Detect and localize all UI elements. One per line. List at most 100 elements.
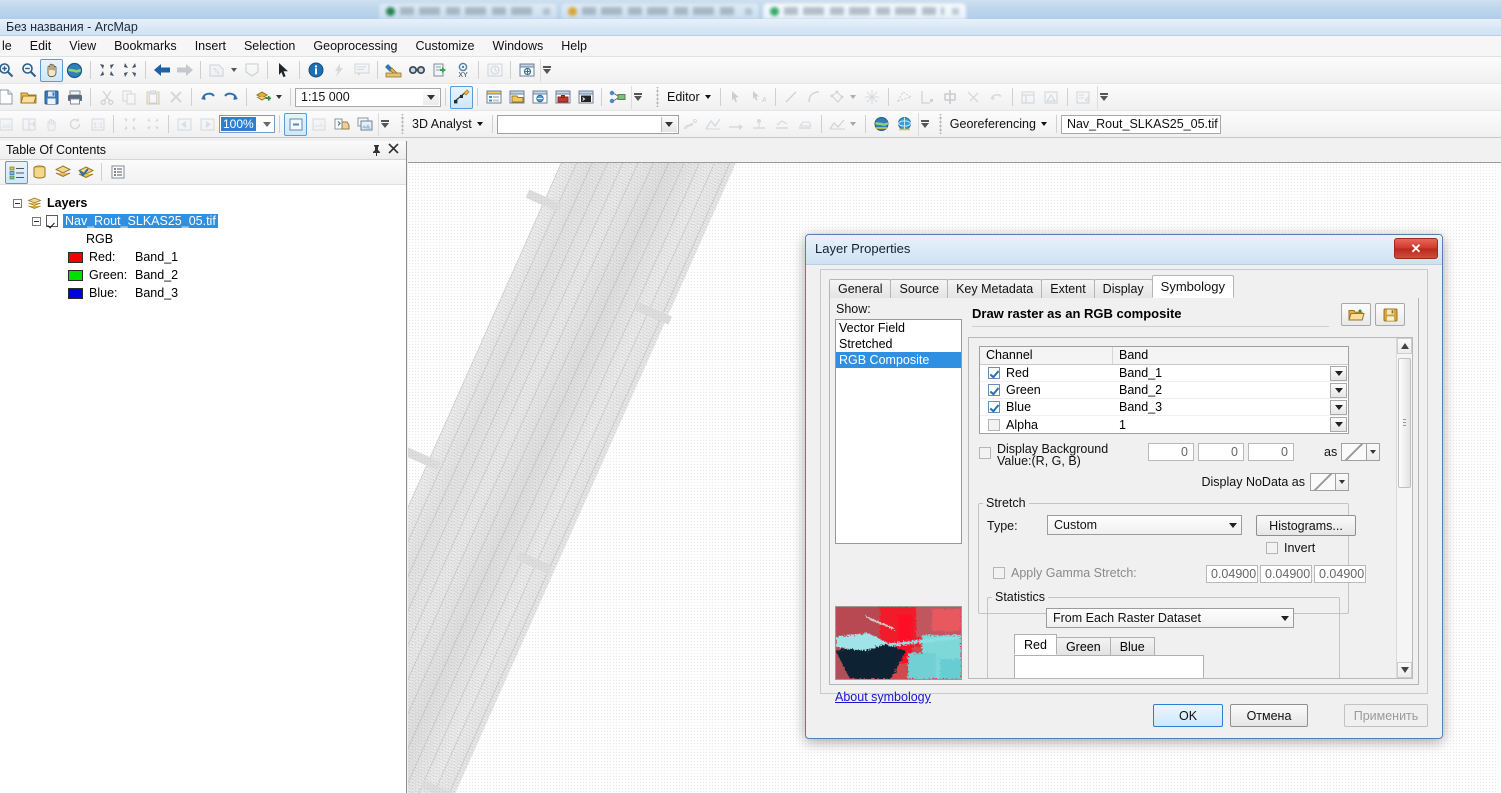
html-popup-button[interactable] <box>350 59 373 82</box>
curve-segment-button[interactable] <box>803 86 826 109</box>
show-item-vector-field[interactable]: Vector Field <box>836 320 961 336</box>
gamma-blue-input[interactable]: 0.04900 <box>1314 565 1366 583</box>
map-scale-dropdown-arrow[interactable] <box>423 90 439 105</box>
rotate-button[interactable] <box>939 86 962 109</box>
expander-icon[interactable] <box>13 199 22 208</box>
next-image-button[interactable] <box>196 113 219 136</box>
blue-channel-checkbox[interactable] <box>988 401 1000 413</box>
select-elements-button[interactable] <box>272 59 295 82</box>
tab-symbology[interactable]: Symbology <box>1152 275 1234 298</box>
modelbuilder-button[interactable] <box>606 86 629 109</box>
python-window-button[interactable] <box>574 86 597 109</box>
fixed-zoom-in-button[interactable] <box>95 59 118 82</box>
dialog-close-button[interactable]: ✕ <box>1394 238 1438 259</box>
table-row[interactable]: Blue Band_3 <box>980 399 1348 416</box>
background-green-input[interactable]: 0 <box>1198 443 1244 461</box>
red-band-dropdown[interactable] <box>1330 366 1347 381</box>
trace-button[interactable] <box>893 86 916 109</box>
list-by-source-icon[interactable] <box>28 161 51 184</box>
apply-gamma-checkbox[interactable] <box>993 567 1005 579</box>
pan-flicker-button[interactable] <box>40 113 63 136</box>
stat-tab-green[interactable]: Green <box>1056 637 1111 655</box>
menu-item-file[interactable]: le <box>0 37 21 56</box>
full-resolution-button[interactable] <box>141 113 164 136</box>
blue-band-dropdown[interactable] <box>1330 400 1347 415</box>
image-zoom-dropdown-arrow[interactable] <box>259 122 274 127</box>
background-red-input[interactable]: 0 <box>1148 443 1194 461</box>
find-button[interactable] <box>405 59 428 82</box>
image-zoom-combo[interactable]: 100% <box>219 115 275 133</box>
close-icon[interactable] <box>388 142 399 157</box>
interpolate-point-button[interactable] <box>748 113 771 136</box>
menu-item-edit[interactable]: Edit <box>21 37 61 56</box>
show-item-rgb-composite[interactable]: RGB Composite <box>836 352 961 368</box>
layer-visibility-checkbox[interactable] <box>46 215 58 227</box>
arctoolbox-button[interactable] <box>551 86 574 109</box>
explode-button[interactable] <box>861 86 884 109</box>
fit-window-button[interactable] <box>118 113 141 136</box>
menu-item-help[interactable]: Help <box>552 37 596 56</box>
stat-tab-blue[interactable]: Blue <box>1110 637 1155 655</box>
edit-annotation-tool-button[interactable]: A <box>748 86 771 109</box>
menu-item-selection[interactable]: Selection <box>235 37 304 56</box>
select-features-dropdown[interactable] <box>228 59 240 82</box>
expander-icon[interactable] <box>32 217 41 226</box>
histograms-button[interactable]: Histograms... <box>1256 515 1356 536</box>
cut-button[interactable] <box>95 86 118 109</box>
apply-button[interactable]: Применить <box>1344 704 1428 727</box>
georeferencing-layer-combo[interactable]: Nav_Rout_SLKAS25_05.tif <box>1061 115 1221 134</box>
print-button[interactable] <box>63 86 86 109</box>
profile-graph-button[interactable] <box>826 113 849 136</box>
clear-selection-button[interactable] <box>240 59 263 82</box>
menu-item-bookmarks[interactable]: Bookmarks <box>105 37 186 56</box>
map-scale-combo[interactable]: 1:15 000 <box>295 88 441 107</box>
editor-toolbar-button[interactable] <box>450 86 473 109</box>
analyst3d-menu-label[interactable]: 3D Analyst <box>408 117 475 131</box>
tab-key-metadata[interactable]: Key Metadata <box>947 279 1042 298</box>
toc-layer-row[interactable]: Nav_Rout_SLKAS25_05.tif <box>32 212 406 230</box>
image-analysis-button[interactable] <box>0 113 17 136</box>
profile-graph-dropdown[interactable] <box>849 113 861 136</box>
split-button[interactable] <box>916 86 939 109</box>
list-by-drawing-order-icon[interactable] <box>5 161 28 184</box>
show-list[interactable]: Vector Field Stretched RGB Composite <box>835 319 962 544</box>
red-channel-checkbox[interactable] <box>988 367 1000 379</box>
alpha-band-dropdown[interactable] <box>1330 417 1347 432</box>
arcscene-button[interactable] <box>870 113 893 136</box>
stat-tab-red[interactable]: Red <box>1014 634 1057 655</box>
zoom-in-button[interactable] <box>0 59 17 82</box>
menu-item-customize[interactable]: Customize <box>406 37 483 56</box>
interpolate-line-button[interactable] <box>771 113 794 136</box>
analyst3d-layer-dropdown-arrow[interactable] <box>661 117 677 132</box>
green-band-dropdown[interactable] <box>1330 383 1347 398</box>
image-analysis-overflow[interactable] <box>378 113 391 136</box>
menu-item-insert[interactable]: Insert <box>186 37 235 56</box>
create-viewer-window-button[interactable] <box>515 59 538 82</box>
scroll-up-arrow-icon[interactable] <box>1397 338 1412 354</box>
menu-item-geoprocessing[interactable]: Geoprocessing <box>304 37 406 56</box>
tab-general[interactable]: General <box>829 279 891 298</box>
sketch-properties-button[interactable] <box>1040 86 1063 109</box>
tab-source[interactable]: Source <box>890 279 948 298</box>
background-blue-input[interactable]: 0 <box>1248 443 1294 461</box>
hyperlink-button[interactable] <box>327 59 350 82</box>
pin-icon[interactable] <box>371 144 382 159</box>
go-to-xy-button[interactable]: XY <box>451 59 474 82</box>
display-raster-button[interactable] <box>284 113 307 136</box>
alpha-channel-checkbox[interactable] <box>988 419 1000 431</box>
refresh-button[interactable] <box>63 113 86 136</box>
go-forward-extent-button[interactable] <box>173 59 196 82</box>
background-color-ramp[interactable] <box>1341 443 1367 461</box>
toc-root-row[interactable]: Layers <box>13 194 406 212</box>
gamma-green-input[interactable]: 0.04900 <box>1260 565 1312 583</box>
floppy-save-icon[interactable] <box>1375 303 1405 326</box>
intersect-button[interactable] <box>962 86 985 109</box>
cancel-button[interactable]: Отмена <box>1230 704 1308 727</box>
scrollbar-thumb[interactable] <box>1398 358 1411 488</box>
select-features-button[interactable] <box>205 59 228 82</box>
swipe-button[interactable] <box>17 113 40 136</box>
time-slider-button[interactable] <box>483 59 506 82</box>
find-route-button[interactable] <box>428 59 451 82</box>
steepest-path-button[interactable] <box>702 113 725 136</box>
table-row[interactable]: Alpha 1 <box>980 416 1348 433</box>
